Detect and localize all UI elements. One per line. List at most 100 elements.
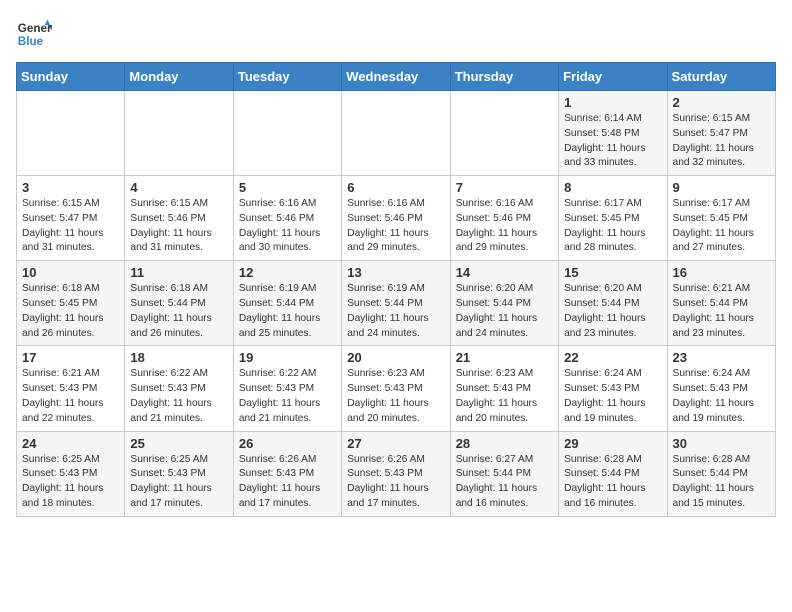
- day-info: Sunrise: 6:21 AM Sunset: 5:44 PM Dayligh…: [673, 282, 770, 341]
- calendar-cell: 3 Sunrise: 6:15 AM Sunset: 5:47 PM Daylig…: [17, 176, 125, 261]
- day-info: Sunrise: 6:25 AM Sunset: 5:43 PM Dayligh…: [130, 453, 227, 512]
- calendar-cell: 4 Sunrise: 6:15 AM Sunset: 5:46 PM Daylig…: [125, 176, 233, 261]
- day-number: 18: [130, 350, 227, 365]
- day-info: Sunrise: 6:17 AM Sunset: 5:45 PM Dayligh…: [564, 197, 661, 256]
- calendar-cell: [342, 91, 450, 176]
- day-number: 19: [239, 350, 336, 365]
- calendar-cell: [125, 91, 233, 176]
- calendar-cell: 21 Sunrise: 6:23 AM Sunset: 5:43 PM Dayli…: [450, 346, 558, 431]
- calendar-cell: 29 Sunrise: 6:28 AM Sunset: 5:44 PM Dayli…: [559, 431, 667, 516]
- day-info: Sunrise: 6:14 AM Sunset: 5:48 PM Dayligh…: [564, 112, 661, 171]
- calendar-cell: 11 Sunrise: 6:18 AM Sunset: 5:44 PM Dayli…: [125, 261, 233, 346]
- day-info: Sunrise: 6:28 AM Sunset: 5:44 PM Dayligh…: [673, 453, 770, 512]
- day-number: 5: [239, 180, 336, 195]
- day-info: Sunrise: 6:17 AM Sunset: 5:45 PM Dayligh…: [673, 197, 770, 256]
- day-info: Sunrise: 6:19 AM Sunset: 5:44 PM Dayligh…: [347, 282, 444, 341]
- calendar-cell: 5 Sunrise: 6:16 AM Sunset: 5:46 PM Daylig…: [233, 176, 341, 261]
- day-info: Sunrise: 6:23 AM Sunset: 5:43 PM Dayligh…: [456, 367, 553, 426]
- day-number: 11: [130, 265, 227, 280]
- day-number: 30: [673, 436, 770, 451]
- day-number: 28: [456, 436, 553, 451]
- day-info: Sunrise: 6:24 AM Sunset: 5:43 PM Dayligh…: [564, 367, 661, 426]
- day-info: Sunrise: 6:24 AM Sunset: 5:43 PM Dayligh…: [673, 367, 770, 426]
- day-info: Sunrise: 6:22 AM Sunset: 5:43 PM Dayligh…: [130, 367, 227, 426]
- logo-icon: General Blue: [16, 16, 52, 52]
- calendar-cell: [233, 91, 341, 176]
- day-info: Sunrise: 6:23 AM Sunset: 5:43 PM Dayligh…: [347, 367, 444, 426]
- day-info: Sunrise: 6:25 AM Sunset: 5:43 PM Dayligh…: [22, 453, 119, 512]
- weekday-header-friday: Friday: [559, 63, 667, 91]
- calendar-cell: 6 Sunrise: 6:16 AM Sunset: 5:46 PM Daylig…: [342, 176, 450, 261]
- calendar-cell: 19Sunrise: 6:22 AM Sunset: 5:43 PM Dayli…: [233, 346, 341, 431]
- day-info: Sunrise: 6:21 AM Sunset: 5:43 PM Dayligh…: [22, 367, 119, 426]
- day-info: Sunrise: 6:18 AM Sunset: 5:44 PM Dayligh…: [130, 282, 227, 341]
- calendar-cell: 25 Sunrise: 6:25 AM Sunset: 5:43 PM Dayli…: [125, 431, 233, 516]
- weekday-header-wednesday: Wednesday: [342, 63, 450, 91]
- day-info: Sunrise: 6:16 AM Sunset: 5:46 PM Dayligh…: [347, 197, 444, 256]
- day-number: 4: [130, 180, 227, 195]
- calendar-cell: 18 Sunrise: 6:22 AM Sunset: 5:43 PM Dayli…: [125, 346, 233, 431]
- calendar-cell: 30 Sunrise: 6:28 AM Sunset: 5:44 PM Dayli…: [667, 431, 775, 516]
- day-number: 29: [564, 436, 661, 451]
- calendar-cell: 12Sunrise: 6:19 AM Sunset: 5:44 PM Dayli…: [233, 261, 341, 346]
- calendar-table: SundayMondayTuesdayWednesdayThursdayFrid…: [16, 62, 776, 517]
- day-number: 13: [347, 265, 444, 280]
- calendar-cell: 23 Sunrise: 6:24 AM Sunset: 5:43 PM Dayli…: [667, 346, 775, 431]
- day-info: Sunrise: 6:15 AM Sunset: 5:47 PM Dayligh…: [22, 197, 119, 256]
- day-number: 17: [22, 350, 119, 365]
- calendar-cell: [17, 91, 125, 176]
- day-info: Sunrise: 6:16 AM Sunset: 5:46 PM Dayligh…: [239, 197, 336, 256]
- day-number: 15: [564, 265, 661, 280]
- calendar-cell: 26Sunrise: 6:26 AM Sunset: 5:43 PM Dayli…: [233, 431, 341, 516]
- day-number: 21: [456, 350, 553, 365]
- weekday-header-saturday: Saturday: [667, 63, 775, 91]
- day-info: Sunrise: 6:26 AM Sunset: 5:43 PM Dayligh…: [347, 453, 444, 512]
- day-number: 6: [347, 180, 444, 195]
- day-number: 26: [239, 436, 336, 451]
- calendar-cell: 28Sunrise: 6:27 AM Sunset: 5:44 PM Dayli…: [450, 431, 558, 516]
- day-number: 10: [22, 265, 119, 280]
- day-number: 23: [673, 350, 770, 365]
- day-number: 14: [456, 265, 553, 280]
- calendar-cell: 14 Sunrise: 6:20 AM Sunset: 5:44 PM Dayli…: [450, 261, 558, 346]
- calendar-cell: 7 Sunrise: 6:16 AM Sunset: 5:46 PM Daylig…: [450, 176, 558, 261]
- day-number: 9: [673, 180, 770, 195]
- calendar-cell: 2Sunrise: 6:15 AM Sunset: 5:47 PM Daylig…: [667, 91, 775, 176]
- calendar-cell: [450, 91, 558, 176]
- day-info: Sunrise: 6:16 AM Sunset: 5:46 PM Dayligh…: [456, 197, 553, 256]
- calendar-cell: 1 Sunrise: 6:14 AM Sunset: 5:48 PM Daylig…: [559, 91, 667, 176]
- calendar-cell: 8 Sunrise: 6:17 AM Sunset: 5:45 PM Daylig…: [559, 176, 667, 261]
- day-info: Sunrise: 6:20 AM Sunset: 5:44 PM Dayligh…: [564, 282, 661, 341]
- day-number: 16: [673, 265, 770, 280]
- day-number: 25: [130, 436, 227, 451]
- weekday-header-thursday: Thursday: [450, 63, 558, 91]
- day-info: Sunrise: 6:18 AM Sunset: 5:45 PM Dayligh…: [22, 282, 119, 341]
- day-number: 20: [347, 350, 444, 365]
- day-number: 27: [347, 436, 444, 451]
- page-header: General Blue: [16, 16, 776, 52]
- calendar-cell: 15 Sunrise: 6:20 AM Sunset: 5:44 PM Dayli…: [559, 261, 667, 346]
- weekday-header-tuesday: Tuesday: [233, 63, 341, 91]
- calendar-cell: 24 Sunrise: 6:25 AM Sunset: 5:43 PM Dayli…: [17, 431, 125, 516]
- calendar-cell: 20 Sunrise: 6:23 AM Sunset: 5:43 PM Dayli…: [342, 346, 450, 431]
- day-number: 7: [456, 180, 553, 195]
- day-number: 22: [564, 350, 661, 365]
- calendar-cell: 16 Sunrise: 6:21 AM Sunset: 5:44 PM Dayli…: [667, 261, 775, 346]
- day-info: Sunrise: 6:15 AM Sunset: 5:46 PM Dayligh…: [130, 197, 227, 256]
- day-info: Sunrise: 6:28 AM Sunset: 5:44 PM Dayligh…: [564, 453, 661, 512]
- day-info: Sunrise: 6:15 AM Sunset: 5:47 PM Dayligh…: [673, 112, 770, 171]
- day-number: 12: [239, 265, 336, 280]
- calendar-cell: 10 Sunrise: 6:18 AM Sunset: 5:45 PM Dayli…: [17, 261, 125, 346]
- day-number: 24: [22, 436, 119, 451]
- svg-text:Blue: Blue: [18, 35, 44, 48]
- calendar-cell: 17 Sunrise: 6:21 AM Sunset: 5:43 PM Dayli…: [17, 346, 125, 431]
- weekday-header-monday: Monday: [125, 63, 233, 91]
- day-number: 1: [564, 95, 661, 110]
- logo: General Blue: [16, 16, 52, 52]
- day-number: 3: [22, 180, 119, 195]
- calendar-cell: 27 Sunrise: 6:26 AM Sunset: 5:43 PM Dayli…: [342, 431, 450, 516]
- day-number: 8: [564, 180, 661, 195]
- calendar-cell: 13 Sunrise: 6:19 AM Sunset: 5:44 PM Dayli…: [342, 261, 450, 346]
- day-info: Sunrise: 6:20 AM Sunset: 5:44 PM Dayligh…: [456, 282, 553, 341]
- calendar-cell: 22 Sunrise: 6:24 AM Sunset: 5:43 PM Dayli…: [559, 346, 667, 431]
